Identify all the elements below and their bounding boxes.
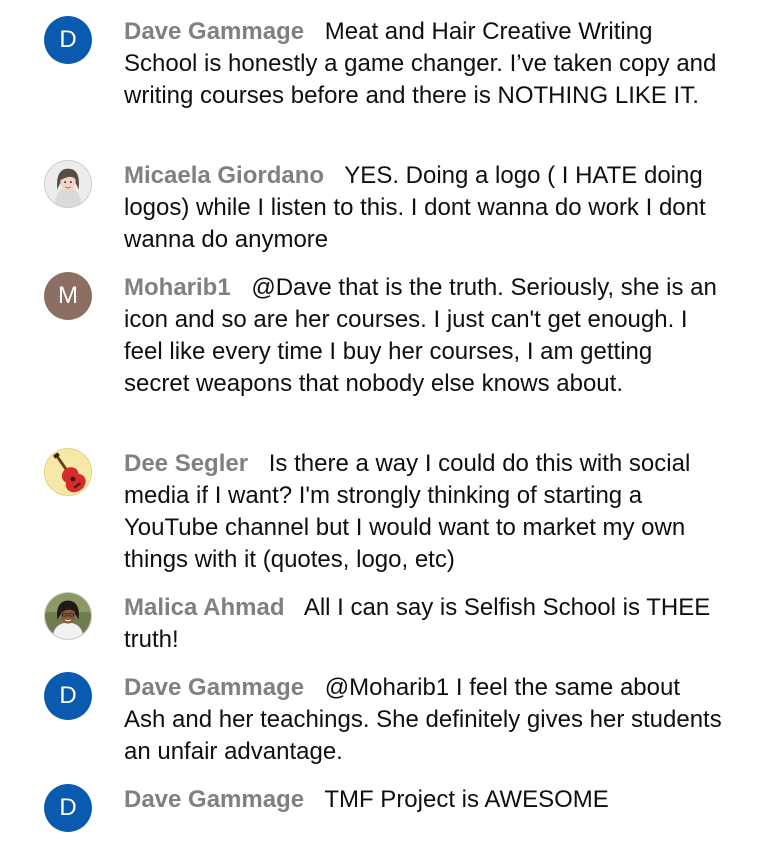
author-avatar[interactable]: D — [44, 672, 92, 720]
message-body: Malica Ahmad All I can say is Selfish Sc… — [124, 592, 724, 656]
author-avatar[interactable]: D — [44, 784, 92, 832]
author-name[interactable]: Dee Segler — [124, 450, 248, 477]
avatar-letter: M — [58, 282, 78, 309]
author-name[interactable]: Dave Gammage — [124, 786, 304, 813]
message-body: Moharib1 @Dave that is the truth. Seriou… — [124, 272, 724, 400]
author-avatar[interactable]: M — [44, 272, 92, 320]
author-avatar[interactable]: D — [44, 16, 92, 64]
author-name[interactable]: Micaela Giordano — [124, 162, 324, 189]
avatar-letter: D — [59, 794, 77, 821]
message-body: Micaela Giordano YES. Doing a logo ( I H… — [124, 160, 724, 256]
message-body: Dave Gammage TMF Project is AWESOME — [124, 784, 724, 816]
author-name[interactable]: Malica Ahmad — [124, 594, 285, 621]
message-body: Dave Gammage @Moharib1 I feel the same a… — [124, 672, 724, 768]
woman-portrait-avatar-icon[interactable] — [44, 160, 92, 208]
message-body: Dee Segler Is there a way I could do thi… — [124, 448, 724, 576]
author-name[interactable]: Dave Gammage — [124, 18, 304, 45]
avatar-letter: D — [59, 682, 77, 709]
portrait-photo-avatar-icon[interactable] — [44, 592, 92, 640]
message-body: Dave Gammage Meat and Hair Creative Writ… — [124, 16, 724, 112]
avatar-letter: D — [59, 26, 77, 53]
author-name[interactable]: Moharib1 — [124, 274, 231, 301]
guitar-avatar-icon[interactable] — [44, 448, 92, 496]
author-name[interactable]: Dave Gammage — [124, 674, 304, 701]
message-text: TMF Project is AWESOME — [324, 786, 609, 813]
